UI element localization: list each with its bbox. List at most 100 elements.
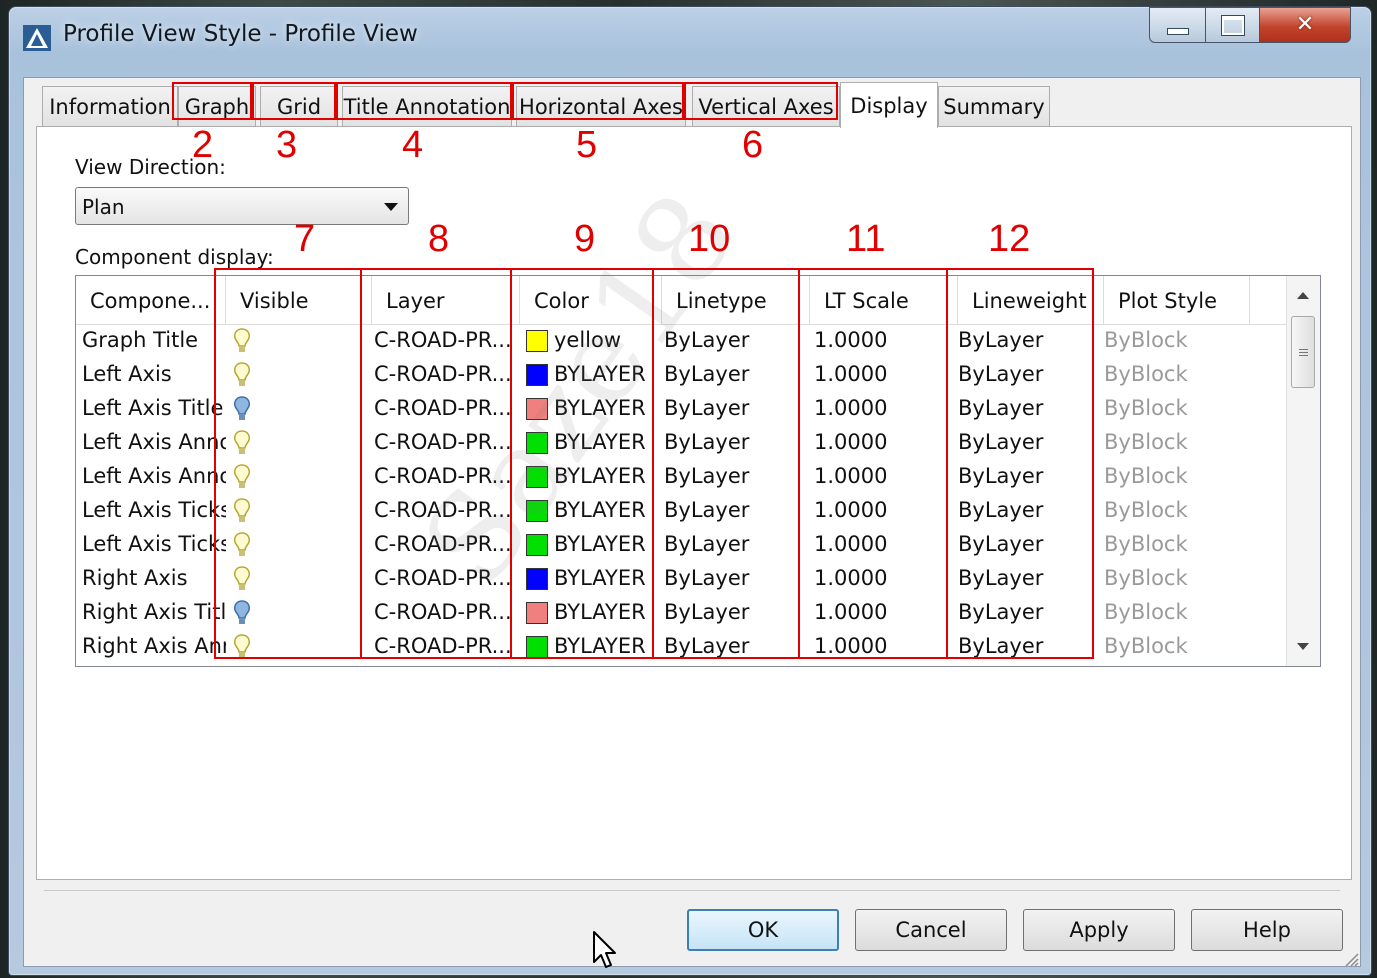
- lineweight-cell[interactable]: ByLayer: [958, 528, 1104, 562]
- scroll-down-icon[interactable]: [1297, 643, 1309, 650]
- lineweight-cell[interactable]: ByLayer: [958, 562, 1104, 596]
- layer-cell[interactable]: C-ROAD-PR...: [372, 460, 520, 494]
- lineweight-cell[interactable]: ByLayer: [958, 426, 1104, 460]
- table-row[interactable]: Right Axis Ann C-ROAD-PR... BYLAYER ByLayer…: [76, 630, 1288, 664]
- table-row[interactable]: Left Axis C-ROAD-PR... BYLAYER ByLayer 1.000…: [76, 358, 1288, 392]
- visible-cell[interactable]: [226, 528, 372, 562]
- lineweight-cell[interactable]: ByLayer: [958, 460, 1104, 494]
- table-row[interactable]: Left Axis Ticks C-ROAD-PR... BYLAYER ByLaye…: [76, 528, 1288, 562]
- col-header-color[interactable]: Color: [520, 276, 662, 324]
- color-cell[interactable]: BYLAYER: [520, 392, 662, 426]
- lineweight-cell[interactable]: ByLayer: [958, 324, 1104, 358]
- component-cell[interactable]: Graph Title: [76, 324, 226, 358]
- lineweight-cell[interactable]: ByLayer: [958, 358, 1104, 392]
- help-button[interactable]: Help: [1191, 909, 1343, 951]
- visible-cell[interactable]: [226, 596, 372, 630]
- lightbulb-on-icon[interactable]: [232, 361, 252, 389]
- lt-scale-cell[interactable]: 1.0000: [810, 596, 958, 630]
- tab-grid[interactable]: Grid: [260, 86, 338, 126]
- plot-style-cell[interactable]: ByBlock: [1104, 426, 1250, 460]
- table-row[interactable]: Left Axis Anno C-ROAD-PR... BYLAYER ByLayer…: [76, 460, 1288, 494]
- lightbulb-on-icon[interactable]: [232, 531, 252, 559]
- lineweight-cell[interactable]: ByLayer: [958, 494, 1104, 528]
- color-cell[interactable]: BYLAYER: [520, 528, 662, 562]
- color-cell[interactable]: BYLAYER: [520, 494, 662, 528]
- visible-cell[interactable]: [226, 494, 372, 528]
- lineweight-cell[interactable]: ByLayer: [958, 596, 1104, 630]
- layer-cell[interactable]: C-ROAD-PR...: [372, 324, 520, 358]
- lt-scale-cell[interactable]: 1.0000: [810, 460, 958, 494]
- visible-cell[interactable]: [226, 426, 372, 460]
- linetype-cell[interactable]: ByLayer: [662, 528, 810, 562]
- lightbulb-on-icon[interactable]: [232, 565, 252, 593]
- table-row[interactable]: Left Axis Anno C-ROAD-PR... BYLAYER ByLayer…: [76, 426, 1288, 460]
- plot-style-cell[interactable]: ByBlock: [1104, 562, 1250, 596]
- lightbulb-off-icon[interactable]: [232, 599, 252, 627]
- table-row[interactable]: Left Axis Ticks C-ROAD-PR... BYLAYER ByLaye…: [76, 494, 1288, 528]
- layer-cell[interactable]: C-ROAD-PR...: [372, 494, 520, 528]
- layer-cell[interactable]: C-ROAD-PR...: [372, 426, 520, 460]
- title-bar[interactable]: Profile View Style - Profile View ✕: [9, 7, 1371, 59]
- cancel-button[interactable]: Cancel: [855, 909, 1007, 951]
- tab-horizontal-axes[interactable]: Horizontal Axes: [516, 86, 686, 126]
- maximize-button[interactable]: [1205, 7, 1261, 43]
- color-cell[interactable]: yellow: [520, 324, 662, 358]
- lt-scale-cell[interactable]: 1.0000: [810, 562, 958, 596]
- tab-graph[interactable]: Graph: [178, 86, 256, 126]
- vertical-scrollbar[interactable]: [1286, 276, 1320, 666]
- col-header-plot-style[interactable]: Plot Style: [1104, 276, 1250, 324]
- table-row[interactable]: Left Axis Title C-ROAD-PR... BYLAYER ByLaye…: [76, 392, 1288, 426]
- component-cell[interactable]: Right Axis Ann: [76, 630, 226, 664]
- tab-information[interactable]: Information: [42, 86, 178, 126]
- color-cell[interactable]: BYLAYER: [520, 358, 662, 392]
- close-button[interactable]: ✕: [1259, 7, 1351, 43]
- color-cell[interactable]: BYLAYER: [520, 426, 662, 460]
- plot-style-cell[interactable]: ByBlock: [1104, 460, 1250, 494]
- lightbulb-on-icon[interactable]: [232, 463, 252, 491]
- layer-cell[interactable]: C-ROAD-PR...: [372, 596, 520, 630]
- col-header-visible[interactable]: Visible: [226, 276, 372, 324]
- plot-style-cell[interactable]: ByBlock: [1104, 528, 1250, 562]
- lineweight-cell[interactable]: ByLayer: [958, 630, 1104, 664]
- plot-style-cell[interactable]: ByBlock: [1104, 630, 1250, 664]
- linetype-cell[interactable]: ByLayer: [662, 630, 810, 664]
- lightbulb-on-icon[interactable]: [232, 429, 252, 457]
- table-row[interactable]: Right Axis Title C-ROAD-PR... BYLAYER ByLay…: [76, 596, 1288, 630]
- visible-cell[interactable]: [226, 358, 372, 392]
- layer-cell[interactable]: C-ROAD-PR...: [372, 630, 520, 664]
- component-cell[interactable]: Left Axis Ticks: [76, 528, 226, 562]
- resize-grip-icon[interactable]: [1341, 949, 1359, 967]
- plot-style-cell[interactable]: ByBlock: [1104, 324, 1250, 358]
- plot-style-cell[interactable]: ByBlock: [1104, 358, 1250, 392]
- color-cell[interactable]: BYLAYER: [520, 630, 662, 664]
- plot-style-cell[interactable]: ByBlock: [1104, 392, 1250, 426]
- lightbulb-off-icon[interactable]: [232, 395, 252, 423]
- lineweight-cell[interactable]: ByLayer: [958, 392, 1104, 426]
- visible-cell[interactable]: [226, 392, 372, 426]
- visible-cell[interactable]: [226, 460, 372, 494]
- layer-cell[interactable]: C-ROAD-PR...: [372, 392, 520, 426]
- lt-scale-cell[interactable]: 1.0000: [810, 324, 958, 358]
- col-header-lt-scale[interactable]: LT Scale: [810, 276, 958, 324]
- component-cell[interactable]: Left Axis Anno: [76, 460, 226, 494]
- col-header-layer[interactable]: Layer: [372, 276, 520, 324]
- linetype-cell[interactable]: ByLayer: [662, 392, 810, 426]
- linetype-cell[interactable]: ByLayer: [662, 426, 810, 460]
- linetype-cell[interactable]: ByLayer: [662, 596, 810, 630]
- visible-cell[interactable]: [226, 630, 372, 664]
- visible-cell[interactable]: [226, 324, 372, 358]
- component-cell[interactable]: Right Axis Title: [76, 596, 226, 630]
- col-header-lineweight[interactable]: Lineweight: [958, 276, 1104, 324]
- visible-cell[interactable]: [226, 562, 372, 596]
- lt-scale-cell[interactable]: 1.0000: [810, 358, 958, 392]
- minimize-button[interactable]: [1149, 7, 1207, 43]
- layer-cell[interactable]: C-ROAD-PR...: [372, 562, 520, 596]
- col-header-component[interactable]: Compone...: [76, 276, 226, 324]
- plot-style-cell[interactable]: ByBlock: [1104, 596, 1250, 630]
- ok-button[interactable]: OK: [687, 909, 839, 951]
- lightbulb-on-icon[interactable]: [232, 497, 252, 525]
- component-cell[interactable]: Left Axis: [76, 358, 226, 392]
- table-row[interactable]: Right Axis C-ROAD-PR... BYLAYER ByLayer 1.00…: [76, 562, 1288, 596]
- scroll-thumb[interactable]: [1291, 316, 1315, 388]
- component-cell[interactable]: Right Axis: [76, 562, 226, 596]
